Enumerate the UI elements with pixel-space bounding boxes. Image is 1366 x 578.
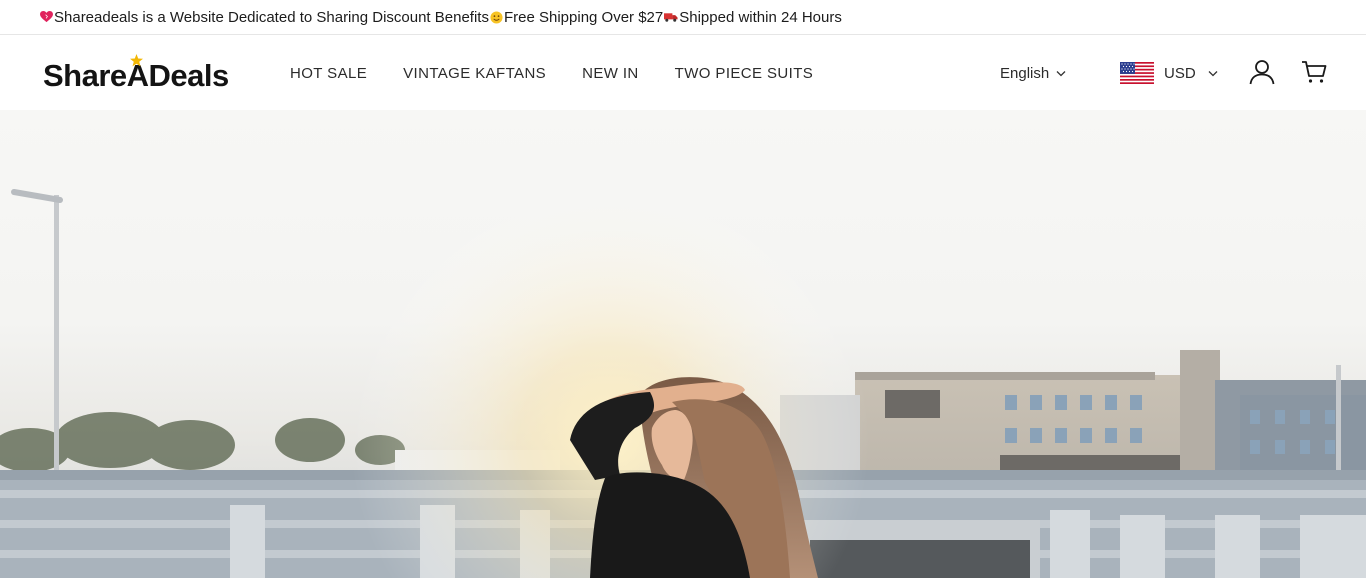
- announcement-text-3: Shipped within 24 Hours: [679, 8, 842, 26]
- announcement-text-2: Free Shipping Over $27: [503, 8, 664, 26]
- nav-item-hot-sale[interactable]: HOT SALE: [290, 65, 367, 82]
- nav-item-two-piece-suits[interactable]: TWO PIECE SUITS: [675, 65, 814, 82]
- site-logo[interactable]: ShareADeals: [43, 54, 233, 96]
- us-flag-icon: [1120, 62, 1154, 84]
- language-label: English: [1000, 64, 1050, 82]
- truck-icon: [664, 12, 678, 22]
- nav-item-new-in[interactable]: NEW IN: [582, 65, 639, 82]
- announcement-text-1: Shareadeals is a Website Dedicated to Sh…: [54, 8, 489, 26]
- nav-item-vintage-kaftans[interactable]: VINTAGE KAFTANS: [403, 65, 546, 82]
- announcement-bar: Shareadeals is a Website Dedicated to Sh…: [0, 0, 1366, 35]
- chevron-down-icon: [1208, 70, 1218, 76]
- language-selector[interactable]: English: [1000, 36, 1066, 110]
- star-icon: [130, 54, 143, 67]
- site-header: ShareADeals HOT SALE VINTAGE KAFTANS NEW…: [0, 36, 1366, 110]
- heart-icon: [40, 11, 53, 23]
- cart-button[interactable]: [1300, 58, 1328, 86]
- main-nav: HOT SALE VINTAGE KAFTANS NEW IN TWO PIEC…: [290, 36, 849, 110]
- account-button[interactable]: [1248, 58, 1276, 86]
- hero-image: [0, 110, 1366, 578]
- cart-icon: [1302, 61, 1327, 83]
- currency-label: USD: [1164, 64, 1196, 82]
- hero-banner[interactable]: [0, 110, 1366, 578]
- currency-selector[interactable]: USD: [1120, 36, 1218, 110]
- user-icon: [1249, 60, 1275, 85]
- chevron-down-icon: [1056, 70, 1066, 76]
- smile-icon: [490, 10, 503, 24]
